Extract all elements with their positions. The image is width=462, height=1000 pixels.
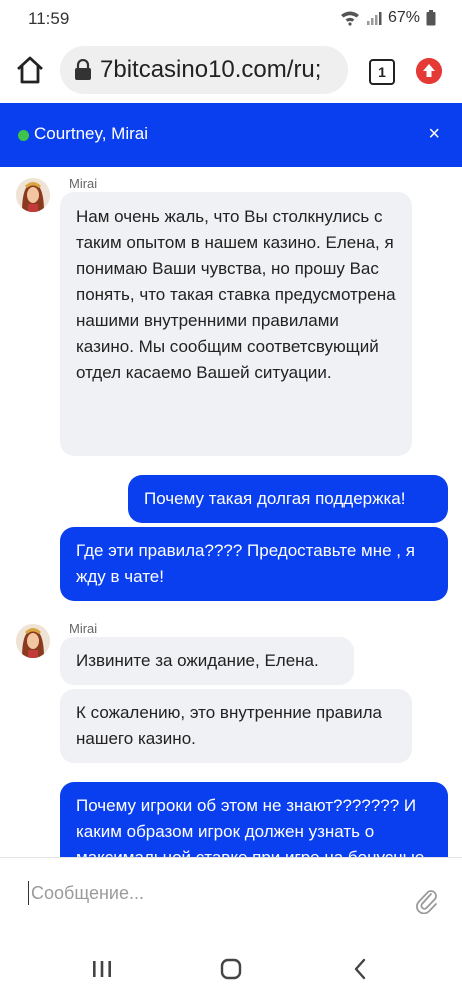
back-icon[interactable] <box>352 958 368 980</box>
message-bubble: Почему такая долгая поддержка! <box>128 475 448 523</box>
message-bubble: Извините за ожидание, Елена. <box>60 637 354 685</box>
message-sender: Mirai <box>69 176 98 191</box>
message-input[interactable]: Сообщение... <box>28 881 144 905</box>
recents-icon[interactable] <box>92 958 112 980</box>
message-bubble: Где эти правила???? Предоставьте мне , я… <box>60 527 448 601</box>
url-text: 7bitcasino10.com/ru; <box>100 56 322 83</box>
chat-participants: Courtney, Mirai <box>34 124 148 143</box>
tabs-icon[interactable]: 1 <box>369 59 395 85</box>
message-list[interactable]: Mirai Нам очень жаль, что Вы столкнулись… <box>0 167 462 857</box>
message-bubble: Почему игроки об этом не знают??????? И … <box>60 782 448 857</box>
message-sender: Mirai <box>69 621 98 636</box>
avatar <box>16 624 50 658</box>
status-icons: 67% <box>340 9 436 27</box>
close-icon[interactable]: × <box>428 123 440 146</box>
status-bar: 11:59 67% <box>0 0 462 38</box>
wifi-icon <box>340 11 359 26</box>
system-nav-bar <box>0 941 462 1000</box>
browser-toolbar: 7bitcasino10.com/ru; 1 <box>0 38 462 102</box>
lock-icon <box>75 59 91 80</box>
chat-header: Courtney, Mirai × <box>0 103 462 167</box>
avatar <box>16 178 50 212</box>
battery-icon <box>426 10 436 26</box>
battery-percent: 67% <box>387 9 420 26</box>
paperclip-icon[interactable] <box>414 888 440 914</box>
home-nav-icon[interactable] <box>220 958 242 980</box>
online-status-icon <box>18 130 29 141</box>
signal-icon <box>366 12 382 25</box>
message-composer: Сообщение... <box>0 857 462 942</box>
extension-icon[interactable] <box>416 58 442 84</box>
status-time: 11:59 <box>28 9 70 28</box>
message-bubble: Нам очень жаль, что Вы столкнулись с так… <box>60 192 412 456</box>
home-icon[interactable] <box>14 54 46 86</box>
message-bubble: К сожалению, это внутренние правила наше… <box>60 689 412 763</box>
url-bar[interactable]: 7bitcasino10.com/ru; <box>60 46 348 94</box>
